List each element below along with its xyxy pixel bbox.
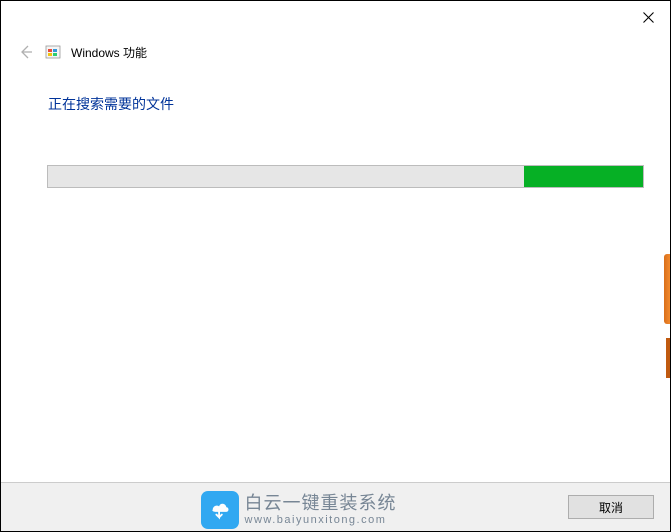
- close-button[interactable]: [640, 9, 656, 25]
- window-title: Windows 功能: [71, 44, 147, 61]
- windows-features-icon: [45, 44, 61, 60]
- button-bar: 取消: [1, 482, 670, 531]
- cancel-button[interactable]: 取消: [568, 495, 654, 519]
- window-frame: Windows 功能 正在搜索需要的文件 取消 白云一键重装系统 www.bai…: [0, 0, 671, 532]
- progress-fill: [524, 166, 643, 187]
- back-button: [17, 43, 35, 61]
- progress-bar: [47, 165, 644, 188]
- side-accent: [664, 254, 670, 324]
- header-row: Windows 功能: [17, 43, 147, 61]
- side-accent: [666, 338, 670, 378]
- back-arrow-icon: [18, 44, 34, 60]
- status-text: 正在搜索需要的文件: [48, 94, 174, 114]
- close-icon: [643, 12, 654, 23]
